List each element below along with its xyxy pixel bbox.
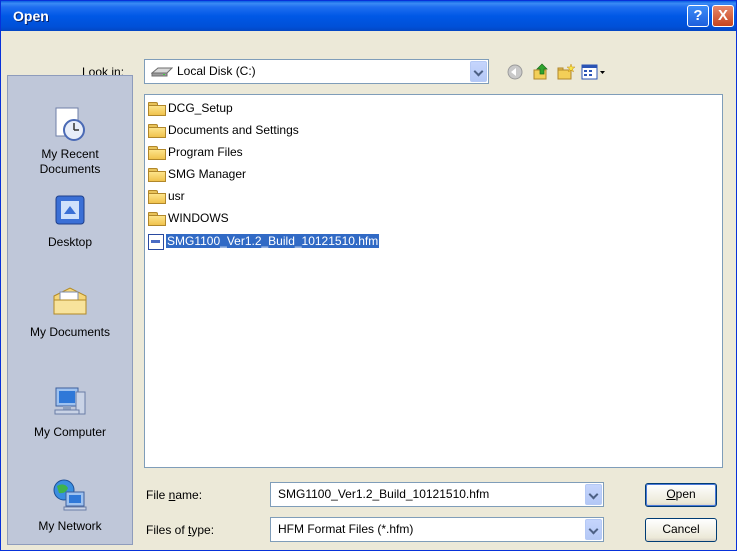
filetype-dropdown-button[interactable]	[585, 519, 602, 540]
item-name: usr	[168, 189, 185, 203]
item-name: Program Files	[168, 145, 243, 159]
desktop-icon	[55, 195, 85, 225]
place-my-computer[interactable]: My Computer	[8, 382, 132, 440]
place-label: My Network	[38, 519, 102, 533]
list-item-selected[interactable]: SMG1100_Ver1.2_Build_10121510.hfm	[147, 232, 380, 251]
folder-icon	[148, 190, 166, 205]
folder-icon	[148, 212, 166, 227]
list-item[interactable]: Documents and Settings	[148, 121, 299, 140]
my-network-icon	[53, 479, 87, 511]
place-my-network[interactable]: My Network	[8, 476, 132, 534]
item-name: WINDOWS	[168, 211, 229, 225]
place-label-line1: My Recent	[41, 147, 99, 161]
recent-documents-icon	[55, 107, 85, 141]
filename-field[interactable]: SMG1100_Ver1.2_Build_10121510.hfm	[270, 482, 604, 507]
filetype-label: Files of type:	[146, 523, 215, 537]
place-label: My Computer	[33, 425, 107, 439]
new-folder-icon[interactable]	[557, 63, 575, 81]
place-label-line2: Documents	[39, 162, 101, 176]
folder-icon	[148, 146, 166, 161]
filename-value: SMG1100_Ver1.2_Build_10121510.hfm	[278, 487, 490, 501]
dialog-title: Open	[13, 8, 49, 24]
filetype-value: HFM Format Files (*.hfm)	[278, 522, 414, 536]
file-list[interactable]: DCG_Setup Documents and Settings Program…	[144, 94, 723, 468]
place-my-recent-documents[interactable]: My Recent Documents	[8, 104, 132, 177]
hard-disk-icon	[151, 67, 173, 77]
close-button[interactable]: X	[712, 5, 734, 27]
open-button[interactable]: Open	[645, 483, 717, 507]
up-one-level-icon[interactable]	[532, 63, 550, 81]
place-label: My Documents	[29, 325, 111, 339]
place-desktop[interactable]: Desktop	[8, 192, 132, 250]
title-bar[interactable]: Open ? X	[1, 1, 736, 31]
list-item[interactable]: WINDOWS	[148, 209, 229, 228]
open-dialog: Open ? X Look in: Local Disk (C:) My Rec…	[0, 0, 737, 551]
folder-icon	[148, 168, 166, 183]
lookin-combo[interactable]: Local Disk (C:)	[144, 59, 489, 84]
lookin-value: Local Disk (C:)	[177, 64, 256, 78]
folder-icon	[148, 102, 166, 117]
my-computer-icon	[54, 387, 86, 415]
lookin-dropdown-button[interactable]	[470, 61, 487, 82]
back-icon[interactable]	[506, 63, 524, 81]
views-menu-icon[interactable]	[581, 63, 607, 81]
item-name: Documents and Settings	[168, 123, 299, 137]
list-item[interactable]: usr	[148, 187, 185, 206]
my-documents-icon	[53, 287, 87, 315]
filename-dropdown-button[interactable]	[585, 484, 602, 505]
filename-label: File name:	[146, 488, 203, 502]
item-name: DCG_Setup	[168, 101, 233, 115]
item-name: SMG1100_Ver1.2_Build_10121510.hfm	[166, 234, 380, 248]
help-button[interactable]: ?	[687, 5, 709, 27]
filetype-select[interactable]: HFM Format Files (*.hfm)	[270, 517, 604, 542]
list-item[interactable]: Program Files	[148, 143, 243, 162]
list-item[interactable]: DCG_Setup	[148, 99, 233, 118]
place-label: Desktop	[47, 235, 93, 249]
folder-icon	[148, 124, 166, 139]
cancel-button[interactable]: Cancel	[645, 518, 717, 542]
list-item[interactable]: SMG Manager	[148, 165, 246, 184]
place-my-documents[interactable]: My Documents	[8, 282, 132, 340]
hfm-file-icon	[147, 232, 165, 251]
places-bar: My Recent Documents Desktop My Documents	[7, 75, 133, 545]
item-name: SMG Manager	[168, 167, 247, 181]
